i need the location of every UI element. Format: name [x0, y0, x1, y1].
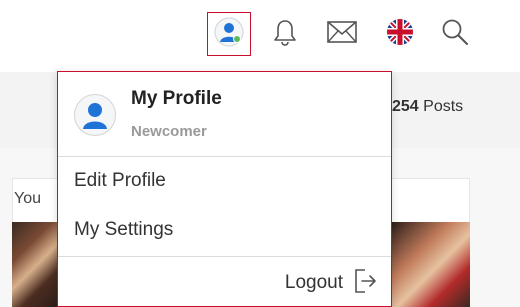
uk-flag-icon	[386, 18, 414, 51]
divider	[58, 256, 391, 257]
profile-role: Newcomer	[131, 123, 207, 140]
profile-header[interactable]: My Profile Newcomer	[58, 72, 391, 156]
envelope-icon	[326, 19, 358, 50]
search-icon	[441, 18, 469, 51]
avatar	[74, 94, 116, 136]
my-settings-link[interactable]: My Settings	[74, 219, 173, 241]
logout-label: Logout	[284, 272, 343, 293]
posts-number: 254	[392, 98, 419, 115]
posts-label: Posts	[423, 98, 464, 115]
profile-dropdown: My Profile Newcomer Edit Profile My Sett…	[57, 71, 392, 307]
profile-menu-button[interactable]	[207, 12, 251, 56]
notifications-button[interactable]	[263, 12, 307, 56]
card-image-right	[392, 222, 470, 307]
posts-count: 254 Posts	[392, 98, 463, 116]
language-button[interactable]	[378, 12, 422, 56]
search-button[interactable]	[433, 12, 477, 56]
messages-button[interactable]	[320, 12, 364, 56]
card-heading: You	[14, 190, 41, 207]
top-navigation-bar	[0, 0, 520, 72]
bell-icon	[270, 17, 300, 52]
card-image-left	[12, 222, 62, 307]
logout-button[interactable]: Logout	[285, 268, 377, 298]
edit-profile-link[interactable]: Edit Profile	[74, 170, 166, 192]
profile-name: My Profile	[131, 88, 222, 109]
divider	[58, 156, 391, 157]
user-avatar-icon	[214, 17, 244, 52]
logout-icon	[353, 267, 377, 300]
